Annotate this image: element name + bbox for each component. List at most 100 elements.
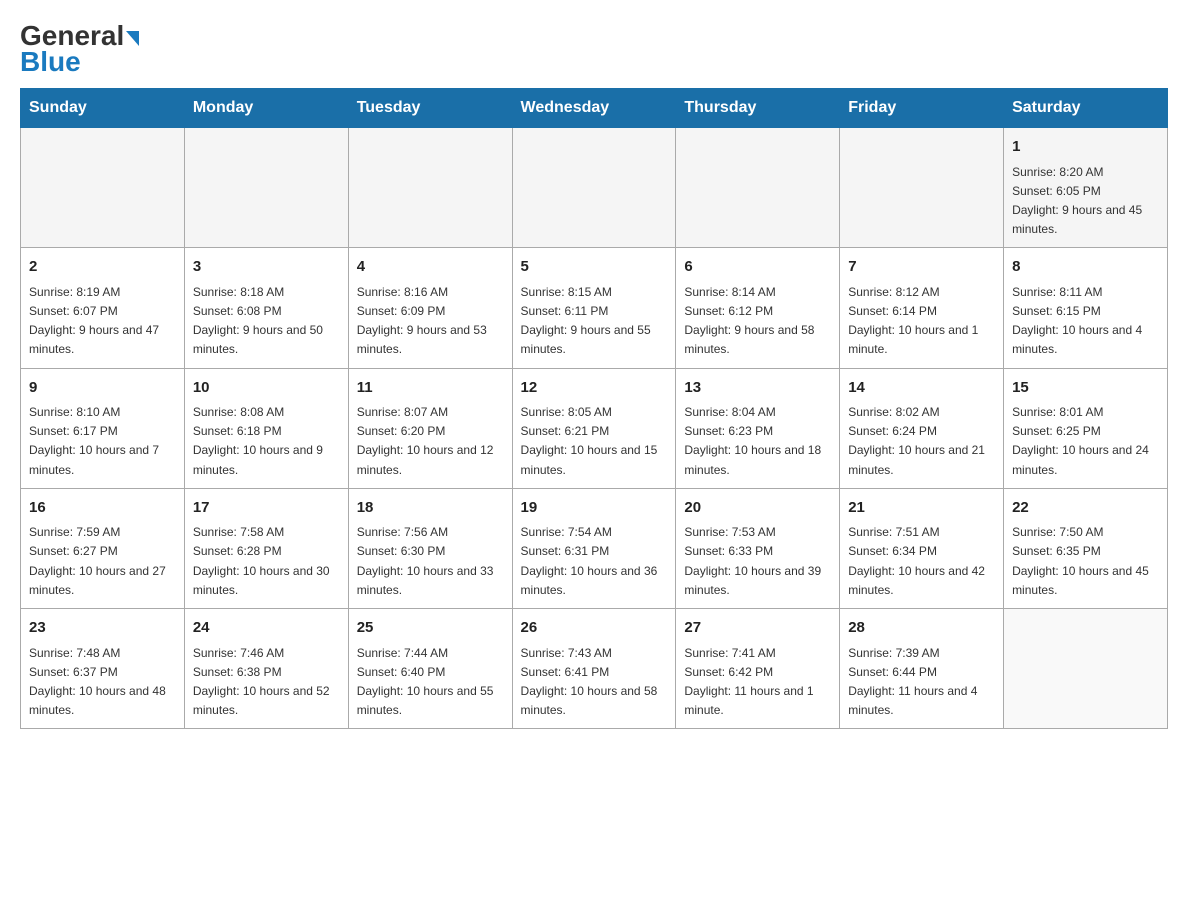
- day-number: 15: [1012, 377, 1159, 400]
- day-number: 11: [357, 377, 504, 400]
- day-number: 10: [193, 377, 340, 400]
- table-row: 28 Sunrise: 7:39 AM Sunset: 6:44 PM Dayli…: [840, 609, 1004, 729]
- day-number: 14: [848, 377, 995, 400]
- table-row: [676, 128, 840, 248]
- day-info: Sunrise: 7:39 AM Sunset: 6:44 PM Dayligh…: [848, 644, 995, 721]
- col-wednesday: Wednesday: [512, 89, 676, 128]
- col-friday: Friday: [840, 89, 1004, 128]
- day-info: Sunrise: 7:44 AM Sunset: 6:40 PM Dayligh…: [357, 644, 504, 721]
- day-number: 27: [684, 617, 831, 640]
- day-number: 22: [1012, 497, 1159, 520]
- day-number: 4: [357, 256, 504, 279]
- logo-arrow-icon: [126, 31, 139, 46]
- table-row: 13 Sunrise: 8:04 AM Sunset: 6:23 PM Dayli…: [676, 368, 840, 488]
- col-saturday: Saturday: [1004, 89, 1168, 128]
- day-info: Sunrise: 8:14 AM Sunset: 6:12 PM Dayligh…: [684, 283, 831, 360]
- table-row: 20 Sunrise: 7:53 AM Sunset: 6:33 PM Dayli…: [676, 488, 840, 608]
- table-row: 2Sunrise: 8:19 AM Sunset: 6:07 PM Daylig…: [21, 248, 185, 368]
- day-info: Sunrise: 7:59 AM Sunset: 6:27 PM Dayligh…: [29, 523, 176, 600]
- table-row: 27 Sunrise: 7:41 AM Sunset: 6:42 PM Dayli…: [676, 609, 840, 729]
- day-number: 13: [684, 377, 831, 400]
- day-info: Sunrise: 7:46 AM Sunset: 6:38 PM Dayligh…: [193, 644, 340, 721]
- calendar-table: Sunday Monday Tuesday Wednesday Thursday…: [20, 88, 1168, 729]
- page-header: General Blue: [20, 20, 1168, 78]
- calendar-week-row: 23 Sunrise: 7:48 AM Sunset: 6:37 PM Dayli…: [21, 609, 1168, 729]
- table-row: 3 Sunrise: 8:18 AM Sunset: 6:08 PM Daylig…: [184, 248, 348, 368]
- day-number: 16: [29, 497, 176, 520]
- table-row: 16 Sunrise: 7:59 AM Sunset: 6:27 PM Dayli…: [21, 488, 185, 608]
- table-row: 9 Sunrise: 8:10 AM Sunset: 6:17 PM Daylig…: [21, 368, 185, 488]
- table-row: 18 Sunrise: 7:56 AM Sunset: 6:30 PM Dayli…: [348, 488, 512, 608]
- table-row: [840, 128, 1004, 248]
- day-info: Sunrise: 7:51 AM Sunset: 6:34 PM Dayligh…: [848, 523, 995, 600]
- logo-blue-text: Blue: [20, 46, 81, 78]
- table-row: [348, 128, 512, 248]
- day-number: 24: [193, 617, 340, 640]
- day-number: 23: [29, 617, 176, 640]
- day-info: Sunrise: 8:16 AM Sunset: 6:09 PM Dayligh…: [357, 283, 504, 360]
- table-row: 11 Sunrise: 8:07 AM Sunset: 6:20 PM Dayli…: [348, 368, 512, 488]
- day-info: Sunrise: 7:58 AM Sunset: 6:28 PM Dayligh…: [193, 523, 340, 600]
- table-row: 17 Sunrise: 7:58 AM Sunset: 6:28 PM Dayli…: [184, 488, 348, 608]
- day-info: Sunrise: 8:01 AM Sunset: 6:25 PM Dayligh…: [1012, 403, 1159, 480]
- day-number: 28: [848, 617, 995, 640]
- table-row: 24 Sunrise: 7:46 AM Sunset: 6:38 PM Dayli…: [184, 609, 348, 729]
- day-info: Sunrise: 8:19 AM Sunset: 6:07 PM Dayligh…: [29, 283, 176, 360]
- table-row: 15 Sunrise: 8:01 AM Sunset: 6:25 PM Dayli…: [1004, 368, 1168, 488]
- day-number: 8: [1012, 256, 1159, 279]
- table-row: 21Sunrise: 7:51 AM Sunset: 6:34 PM Dayli…: [840, 488, 1004, 608]
- day-number: 3: [193, 256, 340, 279]
- calendar-body: 1 Sunrise: 8:20 AM Sunset: 6:05 PM Daylig…: [21, 128, 1168, 729]
- table-row: 5 Sunrise: 8:15 AM Sunset: 6:11 PM Daylig…: [512, 248, 676, 368]
- table-row: 4 Sunrise: 8:16 AM Sunset: 6:09 PM Daylig…: [348, 248, 512, 368]
- day-number: 17: [193, 497, 340, 520]
- table-row: 6 Sunrise: 8:14 AM Sunset: 6:12 PM Daylig…: [676, 248, 840, 368]
- col-thursday: Thursday: [676, 89, 840, 128]
- table-row: 19Sunrise: 7:54 AM Sunset: 6:31 PM Dayli…: [512, 488, 676, 608]
- day-info: Sunrise: 7:56 AM Sunset: 6:30 PM Dayligh…: [357, 523, 504, 600]
- day-number: 9: [29, 377, 176, 400]
- calendar-week-row: 16 Sunrise: 7:59 AM Sunset: 6:27 PM Dayli…: [21, 488, 1168, 608]
- logo: General Blue: [20, 20, 139, 78]
- day-number: 5: [521, 256, 668, 279]
- day-number: 18: [357, 497, 504, 520]
- day-info: Sunrise: 8:15 AM Sunset: 6:11 PM Dayligh…: [521, 283, 668, 360]
- day-info: Sunrise: 7:43 AM Sunset: 6:41 PM Dayligh…: [521, 644, 668, 721]
- day-number: 20: [684, 497, 831, 520]
- day-number: 12: [521, 377, 668, 400]
- table-row: 12Sunrise: 8:05 AM Sunset: 6:21 PM Dayli…: [512, 368, 676, 488]
- table-row: 23 Sunrise: 7:48 AM Sunset: 6:37 PM Dayli…: [21, 609, 185, 729]
- table-row: 1 Sunrise: 8:20 AM Sunset: 6:05 PM Daylig…: [1004, 128, 1168, 248]
- calendar-week-row: 1 Sunrise: 8:20 AM Sunset: 6:05 PM Daylig…: [21, 128, 1168, 248]
- table-row: 14 Sunrise: 8:02 AM Sunset: 6:24 PM Dayli…: [840, 368, 1004, 488]
- day-info: Sunrise: 8:04 AM Sunset: 6:23 PM Dayligh…: [684, 403, 831, 480]
- table-row: [184, 128, 348, 248]
- day-info: Sunrise: 7:53 AM Sunset: 6:33 PM Dayligh…: [684, 523, 831, 600]
- calendar-header-row: Sunday Monday Tuesday Wednesday Thursday…: [21, 89, 1168, 128]
- day-info: Sunrise: 8:10 AM Sunset: 6:17 PM Dayligh…: [29, 403, 176, 480]
- day-number: 26: [521, 617, 668, 640]
- day-info: Sunrise: 8:07 AM Sunset: 6:20 PM Dayligh…: [357, 403, 504, 480]
- day-info: Sunrise: 8:11 AM Sunset: 6:15 PM Dayligh…: [1012, 283, 1159, 360]
- table-row: [1004, 609, 1168, 729]
- day-info: Sunrise: 7:41 AM Sunset: 6:42 PM Dayligh…: [684, 644, 831, 721]
- day-number: 19: [521, 497, 668, 520]
- day-info: Sunrise: 7:48 AM Sunset: 6:37 PM Dayligh…: [29, 644, 176, 721]
- day-info: Sunrise: 7:50 AM Sunset: 6:35 PM Dayligh…: [1012, 523, 1159, 600]
- day-info: Sunrise: 8:02 AM Sunset: 6:24 PM Dayligh…: [848, 403, 995, 480]
- col-sunday: Sunday: [21, 89, 185, 128]
- day-number: 6: [684, 256, 831, 279]
- day-info: Sunrise: 8:18 AM Sunset: 6:08 PM Dayligh…: [193, 283, 340, 360]
- table-row: 22 Sunrise: 7:50 AM Sunset: 6:35 PM Dayli…: [1004, 488, 1168, 608]
- table-row: 26 Sunrise: 7:43 AM Sunset: 6:41 PM Dayli…: [512, 609, 676, 729]
- day-info: Sunrise: 8:20 AM Sunset: 6:05 PM Dayligh…: [1012, 163, 1159, 240]
- table-row: 10 Sunrise: 8:08 AM Sunset: 6:18 PM Dayli…: [184, 368, 348, 488]
- col-tuesday: Tuesday: [348, 89, 512, 128]
- day-number: 1: [1012, 136, 1159, 159]
- calendar-week-row: 9 Sunrise: 8:10 AM Sunset: 6:17 PM Daylig…: [21, 368, 1168, 488]
- table-row: [512, 128, 676, 248]
- day-info: Sunrise: 8:08 AM Sunset: 6:18 PM Dayligh…: [193, 403, 340, 480]
- table-row: 8 Sunrise: 8:11 AM Sunset: 6:15 PM Daylig…: [1004, 248, 1168, 368]
- calendar-week-row: 2Sunrise: 8:19 AM Sunset: 6:07 PM Daylig…: [21, 248, 1168, 368]
- table-row: 7Sunrise: 8:12 AM Sunset: 6:14 PM Daylig…: [840, 248, 1004, 368]
